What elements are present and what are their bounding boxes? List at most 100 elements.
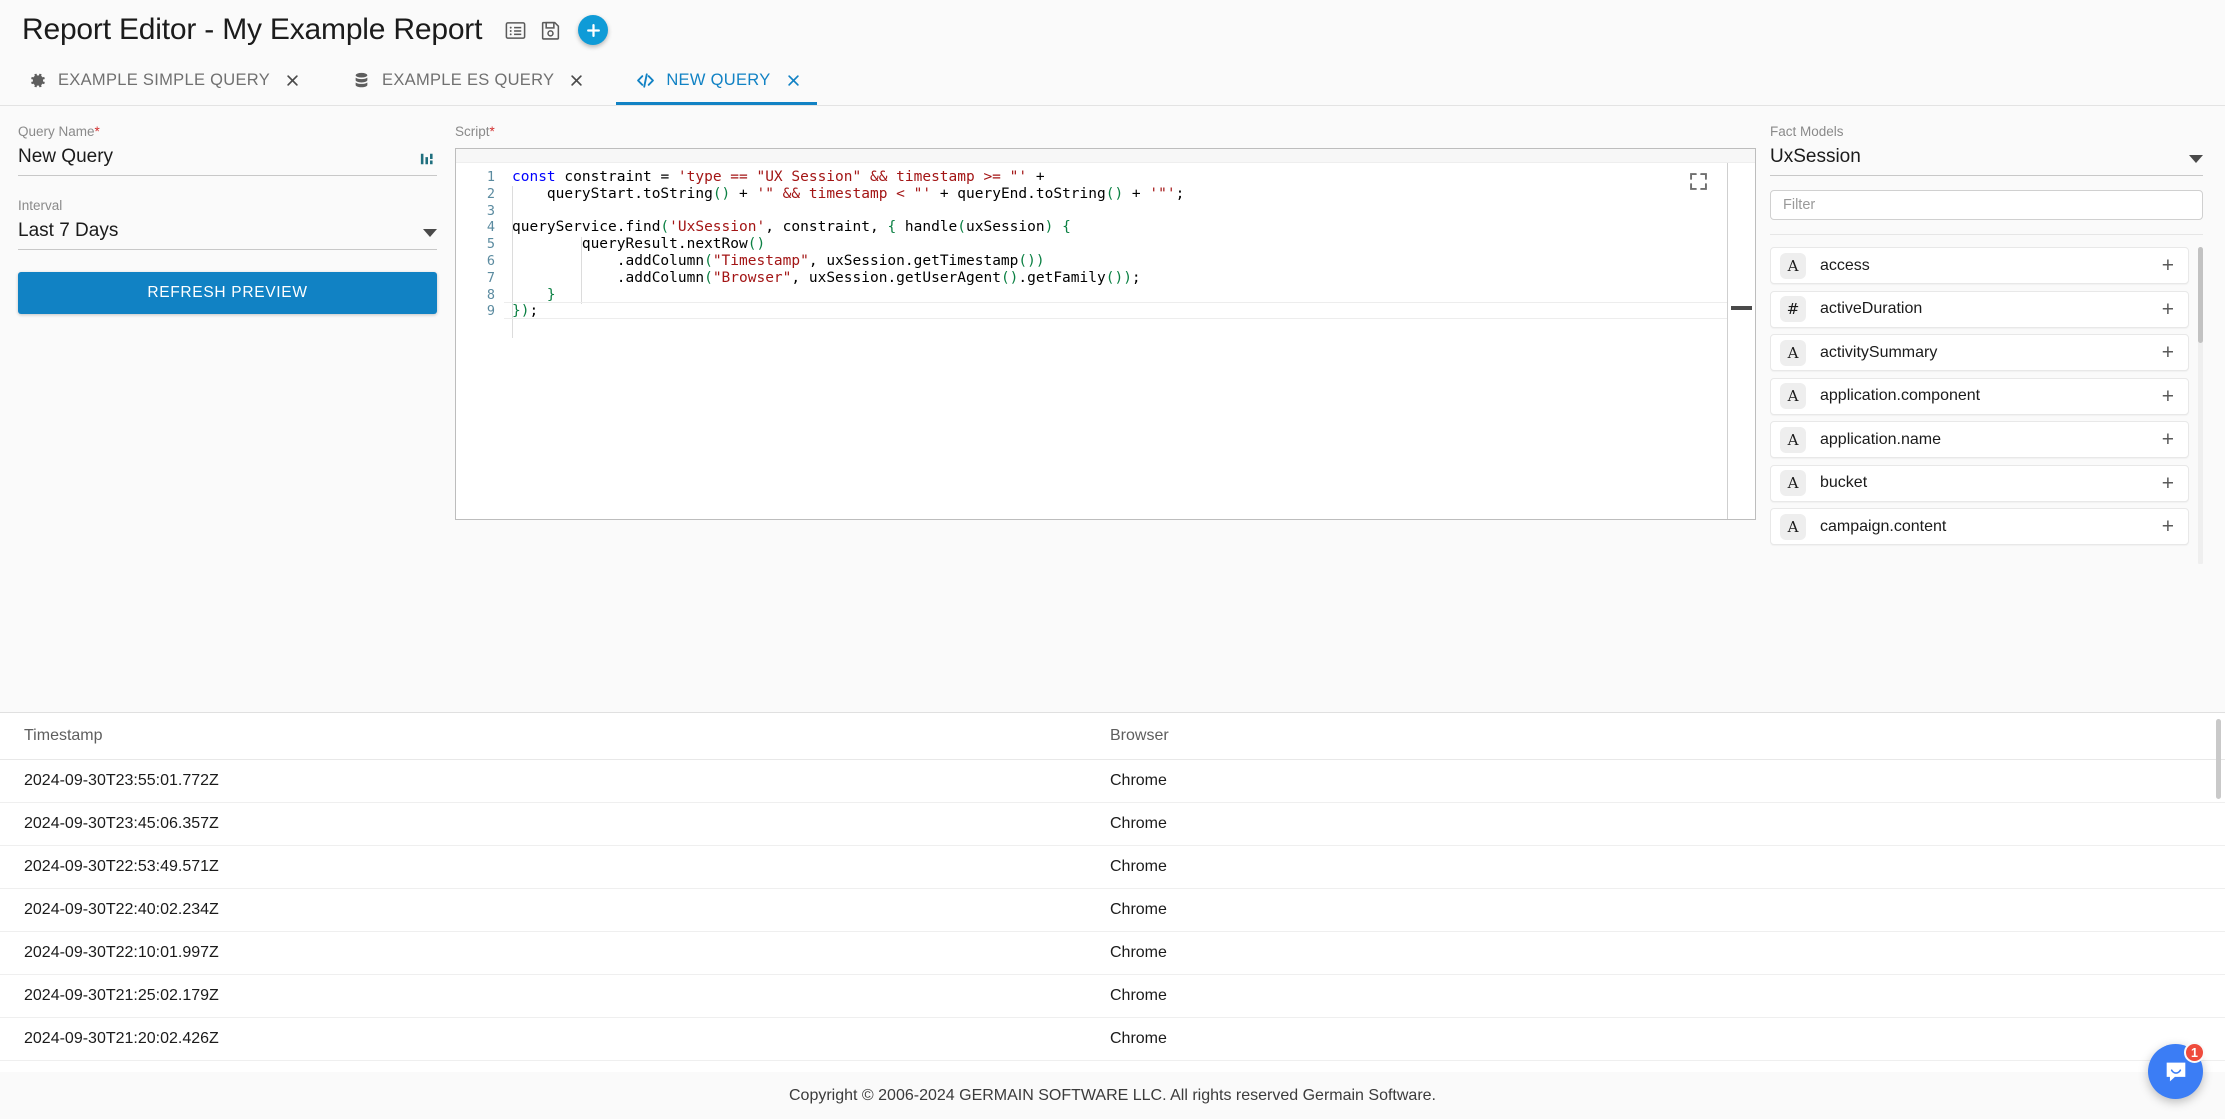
list-item-label: activitySummary — [1820, 344, 2148, 362]
code-line: .addColumn("Timestamp", uxSession.getTim… — [512, 253, 1755, 270]
close-icon[interactable] — [285, 73, 300, 88]
query-settings-panel: Query Name* Interval Last 7 Days REFRESH… — [0, 124, 455, 314]
table-row[interactable]: 2024-09-30T23:55:01.772Z Chrome — [0, 760, 2225, 803]
table-row[interactable]: 2024-09-30T22:53:49.571Z Chrome — [0, 846, 2225, 889]
type-badge: A — [1780, 427, 1806, 453]
table-header-row: Timestamp Browser — [0, 713, 2225, 760]
scrollbar-thumb[interactable] — [2198, 247, 2203, 343]
add-field-icon[interactable]: + — [2162, 255, 2174, 276]
tab-example-es-query[interactable]: EXAMPLE ES QUERY — [324, 56, 608, 105]
list-item[interactable]: A activitySummary + — [1770, 334, 2189, 371]
line-number: 3 — [456, 203, 495, 220]
footer: Copyright © 2006-2024 GERMAIN SOFTWARE L… — [0, 1072, 2225, 1119]
close-icon[interactable] — [569, 73, 584, 88]
cell-timestamp: 2024-09-30T21:25:02.179Z — [0, 975, 1110, 1018]
query-name-input[interactable] — [18, 146, 419, 168]
line-number: 9 — [456, 303, 495, 320]
code-line: } — [512, 287, 1755, 304]
chat-launcher-button[interactable]: 1 — [2148, 1044, 2203, 1099]
add-field-icon[interactable]: + — [2162, 429, 2174, 450]
type-badge: A — [1780, 383, 1806, 409]
script-label: Script* — [455, 124, 1756, 139]
list-item-label: application.name — [1820, 431, 2148, 449]
tab-new-query[interactable]: NEW QUERY — [608, 56, 824, 105]
code-line: queryService.find('UxSession', constrain… — [512, 219, 1755, 236]
gear-icon — [28, 71, 47, 90]
list-item-label: access — [1820, 257, 2148, 275]
script-label-text: Script — [455, 124, 490, 139]
cell-browser: Chrome — [1110, 760, 2225, 803]
save-icon[interactable] — [539, 19, 562, 42]
fact-model-value: UxSession — [1770, 146, 2189, 168]
tab-example-simple-query[interactable]: EXAMPLE SIMPLE QUERY — [0, 56, 324, 105]
cell-timestamp: 2024-09-30T23:55:01.772Z — [0, 760, 1110, 803]
table-row[interactable]: 2024-09-30T23:45:06.357Z Chrome — [0, 803, 2225, 846]
line-number-gutter: 1 2 3 4 5 6 7 8 9 — [456, 163, 504, 320]
interval-select[interactable]: Last 7 Days — [18, 220, 437, 250]
line-number: 2 — [456, 186, 495, 203]
table-row[interactable]: 2024-09-30T22:10:01.997Z Chrome — [0, 932, 2225, 975]
close-icon[interactable] — [786, 73, 801, 88]
line-number: 7 — [456, 270, 495, 287]
tab-label: EXAMPLE SIMPLE QUERY — [58, 71, 270, 90]
list-item[interactable]: A application.name + — [1770, 421, 2189, 458]
add-field-icon[interactable]: + — [2162, 342, 2174, 363]
code-area: 1 2 3 4 5 6 7 8 9 const constraint = 'ty… — [456, 163, 1755, 320]
refresh-preview-button[interactable]: REFRESH PREVIEW — [18, 272, 437, 314]
add-field-icon[interactable]: + — [2162, 516, 2174, 537]
results-table-container[interactable]: Timestamp Browser 2024-09-30T23:55:01.77… — [0, 712, 2225, 1072]
list-item-label: activeDuration — [1820, 300, 2148, 318]
line-number: 8 — [456, 287, 495, 304]
add-query-button[interactable] — [578, 15, 608, 45]
add-field-icon[interactable]: + — [2162, 473, 2174, 494]
list-item[interactable]: # activeDuration + — [1770, 291, 2189, 328]
code-line: queryStart.toString() + '" && timestamp … — [512, 186, 1755, 203]
line-number: 6 — [456, 253, 495, 270]
copyright-text: Copyright © 2006-2024 GERMAIN SOFTWARE L… — [789, 1087, 1436, 1105]
list-item-label: bucket — [1820, 474, 2148, 492]
table-row[interactable]: 2024-09-30T21:15:05.266Z Chrome — [0, 1061, 2225, 1073]
active-line-marker — [504, 302, 1755, 319]
type-badge: A — [1780, 340, 1806, 366]
column-header-timestamp[interactable]: Timestamp — [0, 713, 1110, 760]
type-badge: A — [1780, 514, 1806, 540]
chat-bubble-icon — [2163, 1059, 2189, 1085]
header-actions — [504, 15, 608, 45]
database-icon — [352, 71, 371, 90]
type-badge: A — [1780, 253, 1806, 279]
script-editor[interactable]: 1 2 3 4 5 6 7 8 9 const constraint = 'ty… — [455, 148, 1756, 520]
list-icon[interactable] — [504, 19, 527, 42]
fact-model-scrollbar[interactable] — [2198, 247, 2203, 564]
line-number: 5 — [456, 236, 495, 253]
add-field-icon[interactable]: + — [2162, 386, 2174, 407]
column-header-browser[interactable]: Browser — [1110, 713, 2225, 760]
fact-model-filter-input[interactable] — [1770, 190, 2203, 220]
minimap-thumb[interactable] — [1731, 306, 1752, 310]
list-item[interactable]: A application.component + — [1770, 378, 2189, 415]
editor-top-strip — [456, 149, 1755, 163]
list-item[interactable]: A bucket + — [1770, 465, 2189, 502]
app-header: Report Editor - My Example Report — [0, 0, 2225, 56]
code-lines[interactable]: const constraint = 'type == "UX Session"… — [504, 163, 1755, 320]
editor-minimap-scrollbar[interactable] — [1727, 163, 1755, 519]
line-number: 4 — [456, 219, 495, 236]
table-row[interactable]: 2024-09-30T21:25:02.179Z Chrome — [0, 975, 2225, 1018]
plus-icon — [585, 22, 602, 39]
fact-model-select[interactable]: UxSession — [1770, 146, 2203, 176]
chart-icon[interactable] — [419, 150, 437, 168]
list-item[interactable]: A access + — [1770, 247, 2189, 284]
add-field-icon[interactable]: + — [2162, 299, 2174, 320]
tab-label: EXAMPLE ES QUERY — [382, 71, 554, 90]
script-panel: Script* 1 2 3 4 5 6 7 8 9 — [455, 124, 1770, 520]
line-number: 1 — [456, 169, 495, 186]
chevron-down-icon — [423, 229, 437, 237]
list-item[interactable]: A campaign.content + — [1770, 508, 2189, 545]
cell-timestamp: 2024-09-30T23:45:06.357Z — [0, 803, 1110, 846]
table-row[interactable]: 2024-09-30T22:40:02.234Z Chrome — [0, 889, 2225, 932]
table-row[interactable]: 2024-09-30T21:20:02.426Z Chrome — [0, 1018, 2225, 1061]
main-content: Query Name* Interval Last 7 Days REFRESH… — [0, 106, 2225, 564]
cell-browser: Chrome — [1110, 1018, 2225, 1061]
query-name-label: Query Name* — [18, 124, 437, 139]
fullscreen-icon[interactable] — [1688, 171, 1709, 192]
results-scrollbar[interactable] — [2216, 719, 2221, 799]
